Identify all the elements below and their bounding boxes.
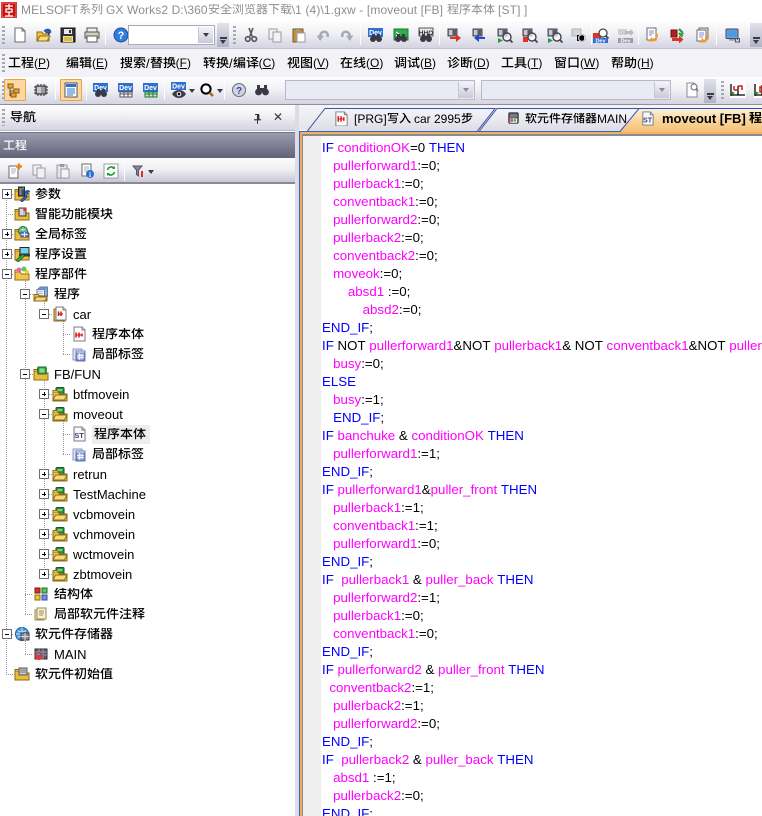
svg-text:Dev: Dev (369, 30, 382, 37)
svg-text:?: ? (118, 30, 125, 42)
svg-text:Dev: Dev (595, 39, 606, 44)
svg-text:Dev: Dev (172, 84, 185, 91)
svg-text:?: ? (236, 86, 242, 97)
svg-text:Dev: Dev (94, 85, 107, 92)
svg-text:i: i (89, 171, 91, 179)
svg-text:Dev: Dev (144, 85, 157, 92)
svg-text:ST: ST (643, 117, 653, 124)
svg-text:Dev: Dev (620, 39, 631, 44)
svg-text:Dev: Dev (119, 85, 132, 92)
svg-text:ST: ST (74, 431, 84, 440)
svg-text:HHO: HHO (419, 30, 433, 37)
